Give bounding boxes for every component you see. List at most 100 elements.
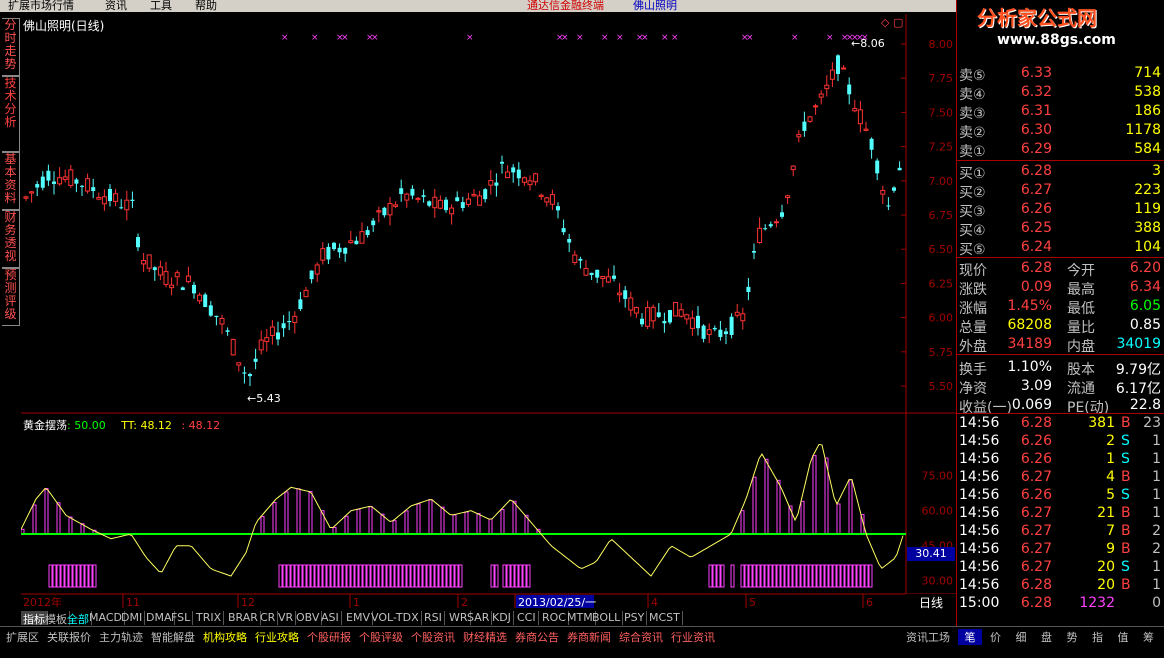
candle-body: [544, 197, 550, 203]
indicator-tab[interactable]: TRIX: [194, 611, 225, 625]
indicator-tab[interactable]: VOL-TDX: [369, 611, 422, 625]
signal-mark: ×: [661, 33, 669, 43]
bottom-tab[interactable]: 券商公告: [513, 629, 561, 645]
candle-body: [796, 134, 802, 138]
right-panel-tab[interactable]: 细: [1009, 629, 1033, 645]
kline-chart[interactable]: 8.00 7.75 7.50 7.25 7.00 6.75 6.50 6.25 6.00 5.75…: [21, 14, 956, 610]
right-panel-tab[interactable]: 盘: [1035, 629, 1059, 645]
indicator-tab[interactable]: CCI: [515, 611, 539, 625]
indicator-name: 黄金摆荡: [23, 419, 67, 432]
buy-level-row: 买③ 6.26 119: [959, 201, 1161, 220]
chart-window-controls[interactable]: ◇ ▢: [881, 16, 903, 29]
candle-body: [863, 128, 869, 131]
tick-row: 14:56 6.27 7 B 2: [959, 523, 1161, 539]
indicator-tab[interactable]: BRAR: [226, 611, 261, 625]
candle-body: [572, 254, 578, 264]
bottom-tab[interactable]: 个股资讯: [409, 629, 457, 645]
indicator-tab[interactable]: MCST: [647, 611, 683, 625]
candle-body: [298, 299, 303, 310]
bottom-tab[interactable]: 财经精选: [461, 629, 509, 645]
right-panel-tab[interactable]: 势: [1060, 629, 1084, 645]
indicator-tab[interactable]: FSL: [169, 611, 194, 625]
candle-body: [124, 199, 130, 211]
tick-row: 14:56 6.27 4 B 1: [959, 469, 1161, 485]
indicator-tab[interactable]: PSY: [622, 611, 648, 625]
date-axis-label: 11: [126, 596, 140, 609]
candle-body: [718, 329, 723, 337]
indicator-tab[interactable]: DMI: [119, 611, 146, 625]
right-panel-tab[interactable]: 筹: [1137, 629, 1161, 645]
bottom-tab[interactable]: 个股研报: [305, 629, 353, 645]
tab-intraday[interactable]: 分时走势: [2, 18, 20, 76]
indicator-tab[interactable]: ASI: [319, 611, 342, 625]
tab-financials[interactable]: 财务透视: [2, 210, 20, 268]
candle-body: [678, 309, 684, 317]
bottom-tab[interactable]: 行业资讯: [669, 629, 717, 645]
candle-body: [773, 221, 779, 224]
signal-mark: ×: [371, 33, 379, 43]
watermark-title: 分析家公式网: [977, 6, 1097, 30]
menu-item-news[interactable]: 资讯: [105, 0, 127, 12]
watermark: 分析家公式网 www.88gs.com: [957, 0, 1164, 58]
signal-mark: ×: [746, 33, 754, 43]
bottom-tab[interactable]: 扩展区: [4, 629, 41, 645]
date-axis-label: 12: [241, 596, 255, 609]
period-label[interactable]: 日线: [906, 594, 956, 610]
buy-level-row: 买④ 6.25 388: [959, 220, 1161, 239]
tab-fundamentals[interactable]: 基本资料: [2, 152, 20, 210]
candle-body: [886, 205, 891, 207]
low-price-label: ←5.43: [247, 392, 281, 405]
tab-technical[interactable]: 技术分析: [2, 76, 20, 152]
candle-body: [640, 318, 644, 325]
bottom-tab[interactable]: 券商新闻: [565, 629, 613, 645]
candle-body: [253, 358, 258, 362]
candle-body: [248, 374, 252, 377]
candle-body: [488, 180, 494, 186]
menu-item-ext-market[interactable]: 扩展市场行情: [8, 0, 74, 12]
menu-item-tools[interactable]: 工具: [150, 0, 172, 12]
bottom-tab[interactable]: 个股评级: [357, 629, 405, 645]
date-axis-label: 2: [461, 596, 468, 609]
candle-body: [633, 307, 639, 314]
indicator-tab[interactable]: KDJ: [490, 611, 514, 625]
candle-body: [712, 327, 717, 330]
candle-body: [269, 326, 275, 337]
candle-body: [527, 180, 533, 186]
candle-body: [662, 320, 667, 324]
indicator-tab[interactable]: SAR: [465, 611, 493, 625]
candle-body: [169, 284, 175, 289]
bottom-tab[interactable]: 关联报价: [45, 629, 93, 645]
signal-mark: ×: [341, 33, 349, 43]
candle-body: [444, 199, 448, 211]
indicator-tab[interactable]: RSI: [422, 611, 445, 625]
bottom-tab[interactable]: 行业攻略: [253, 629, 301, 645]
tab-info-workshop[interactable]: 资讯工场: [904, 629, 952, 645]
bottom-tab[interactable]: 主力轨迹: [97, 629, 145, 645]
right-panel-tab[interactable]: 价: [984, 629, 1008, 645]
right-panel-tab[interactable]: 指: [1086, 629, 1110, 645]
candle-body: [538, 194, 544, 197]
candle-body: [108, 188, 112, 202]
bottom-tab[interactable]: 机构攻略: [201, 629, 249, 645]
candle-body: [192, 284, 196, 294]
price-axis-label: 6.50: [929, 243, 954, 256]
candle-body: [101, 196, 107, 205]
bottom-tab[interactable]: 智能解盘: [149, 629, 197, 645]
right-panel-tab[interactable]: 值: [1111, 629, 1135, 645]
candle-body: [163, 271, 169, 285]
indicator-tab[interactable]: BOLL: [590, 611, 624, 625]
menu-item-help[interactable]: 帮助: [195, 0, 217, 12]
buy-level-row: 买② 6.27 223: [959, 182, 1161, 201]
right-panel-tab[interactable]: 笔: [958, 629, 982, 645]
tick-row: 14:56 6.26 5 S 1: [959, 487, 1161, 503]
candle-body: [437, 199, 443, 209]
kline-chart-area[interactable]: 8.00 7.75 7.50 7.25 7.00 6.75 6.50 6.25 6.00 5.75…: [21, 14, 956, 624]
tab-forecast[interactable]: 预测评级: [2, 268, 20, 326]
bottom-tab[interactable]: 综合资讯: [617, 629, 665, 645]
candle-body: [332, 242, 336, 250]
candle-body: [790, 165, 796, 171]
candle-body: [734, 311, 740, 316]
watermark-url: www.88gs.com: [997, 32, 1116, 48]
candle-body: [281, 323, 286, 329]
candle-body: [91, 187, 96, 191]
